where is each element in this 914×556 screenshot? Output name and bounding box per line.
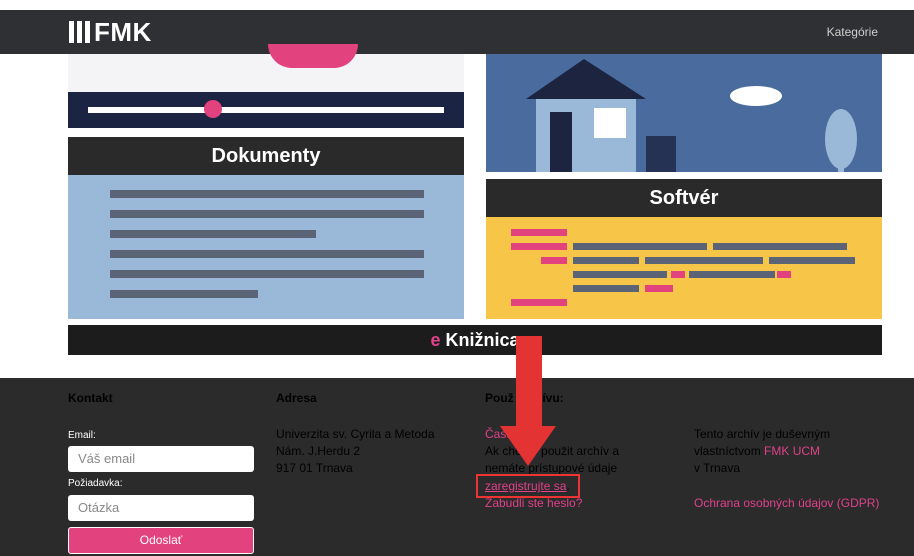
card-illustration — [68, 54, 464, 94]
address-heading: Adresa — [276, 391, 317, 405]
email-input[interactable]: Váš email — [68, 446, 254, 472]
email-label: Email: — [68, 430, 96, 441]
doc-line-icon — [110, 290, 258, 298]
pink-shape-icon — [268, 44, 358, 68]
fmk-ucm-link[interactable]: FMK UCM — [764, 444, 820, 458]
fmk-logo[interactable]: FMK — [69, 10, 152, 54]
code-line-icon — [713, 243, 847, 250]
card-software[interactable]: Softvér — [486, 179, 882, 319]
question-input[interactable]: Otázka — [68, 495, 254, 521]
ownership-line-3: v Trnava — [694, 461, 741, 475]
code-line-icon — [573, 257, 639, 264]
slider-knob-icon — [204, 100, 222, 118]
code-line-icon — [769, 257, 855, 264]
code-line-icon — [573, 285, 639, 292]
code-line-icon — [573, 243, 707, 250]
card-house-illustration[interactable] — [486, 54, 882, 172]
ownership-line-2: vlastníctvom FMK UCM — [694, 443, 820, 460]
code-line-icon — [777, 271, 791, 278]
logo-text: FMK — [94, 16, 152, 47]
card-documents-title: Dokumenty — [68, 137, 464, 175]
address-line-3: 917 01 Trnava — [276, 461, 353, 475]
doc-line-icon — [110, 270, 424, 278]
submit-button[interactable]: Odoslať — [68, 527, 254, 554]
gdpr-link[interactable]: Ochrana osobných údajov (GDPR) — [694, 495, 879, 512]
contact-heading: Kontakt — [68, 391, 113, 405]
library-prefix: e — [430, 330, 441, 350]
code-line-icon — [511, 229, 567, 236]
red-arrow-icon — [500, 336, 556, 466]
code-line-icon — [573, 271, 667, 278]
doc-line-icon — [110, 230, 316, 238]
card-software-title: Softvér — [486, 179, 882, 217]
code-line-icon — [645, 257, 763, 264]
doc-line-icon — [110, 190, 424, 198]
code-line-icon — [689, 271, 775, 278]
address-line-2: Nám. J.Herdu 2 — [276, 444, 361, 458]
card-e-library[interactable]: e Knižnica — [68, 325, 882, 355]
nav-categories-link[interactable]: Kategórie — [827, 10, 878, 54]
code-line-icon — [511, 299, 567, 306]
code-line-icon — [671, 271, 685, 278]
ownership-line-1: Tento archív je duševným — [694, 427, 831, 441]
logo-bars-icon — [69, 21, 90, 43]
ownership-prefix: vlastníctvom — [694, 444, 765, 458]
code-line-icon — [645, 285, 673, 292]
software-illustration — [486, 217, 882, 319]
address-line-1: Univerzita sv. Cyrila a Metoda — [276, 427, 435, 441]
doc-line-icon — [110, 210, 424, 218]
slider-track — [88, 107, 444, 113]
doc-line-icon — [110, 250, 424, 258]
top-navbar: FMK Kategórie — [0, 10, 914, 54]
code-line-icon — [511, 243, 567, 250]
code-line-icon — [541, 257, 567, 264]
card-documents[interactable]: Dokumenty — [68, 137, 464, 319]
card-top-left[interactable] — [68, 44, 464, 128]
request-label: Požiadavka: — [68, 478, 123, 489]
documents-illustration — [68, 175, 464, 319]
house-icon — [526, 59, 857, 172]
